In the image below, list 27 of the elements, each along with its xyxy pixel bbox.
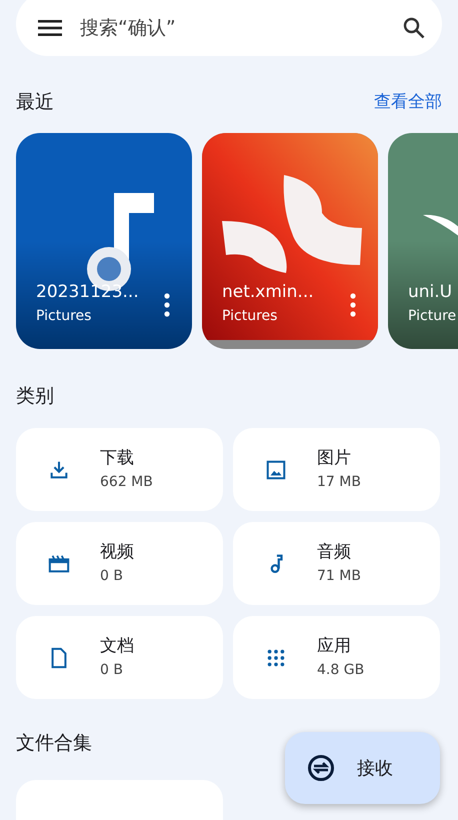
search-field[interactable]: 搜索“确认” <box>16 0 442 56</box>
category-tile[interactable]: 文档 0 B <box>16 616 223 699</box>
folder-name: Pictures <box>222 306 278 326</box>
receive-button[interactable]: 接收 <box>285 732 440 804</box>
view-all-link[interactable]: 查看全部 <box>374 90 442 115</box>
image-icon <box>265 458 287 480</box>
section-title: 最近 <box>16 90 54 115</box>
recent-file-card[interactable]: uni.U Picture <box>388 132 458 348</box>
search-icon[interactable] <box>402 16 426 40</box>
clapperboard-icon <box>48 552 70 574</box>
recent-file-card[interactable]: net.xmin... Pictures <box>202 132 378 348</box>
search-input[interactable]: 搜索“确认” <box>78 12 386 44</box>
more-icon[interactable] <box>164 292 170 316</box>
category-tile[interactable]: 音频 71 MB <box>233 522 440 605</box>
category-tile[interactable]: 图片 17 MB <box>233 428 440 511</box>
section-title: 文件合集 <box>16 732 92 754</box>
category-tile[interactable]: 应用 4.8 GB <box>233 616 440 699</box>
folder-name: Pictures <box>36 306 92 326</box>
menu-icon[interactable] <box>38 20 62 36</box>
category-tile[interactable]: 视频 0 B <box>16 522 223 605</box>
file-name: uni.U <box>408 281 454 304</box>
swap-icon <box>307 754 335 782</box>
more-icon[interactable] <box>350 292 356 316</box>
section-title: 类别 <box>16 384 54 406</box>
file-name: net.xmin... <box>222 281 314 304</box>
folder-name: Picture <box>408 306 456 326</box>
category-tile[interactable]: 下载 662 MB <box>16 428 223 511</box>
